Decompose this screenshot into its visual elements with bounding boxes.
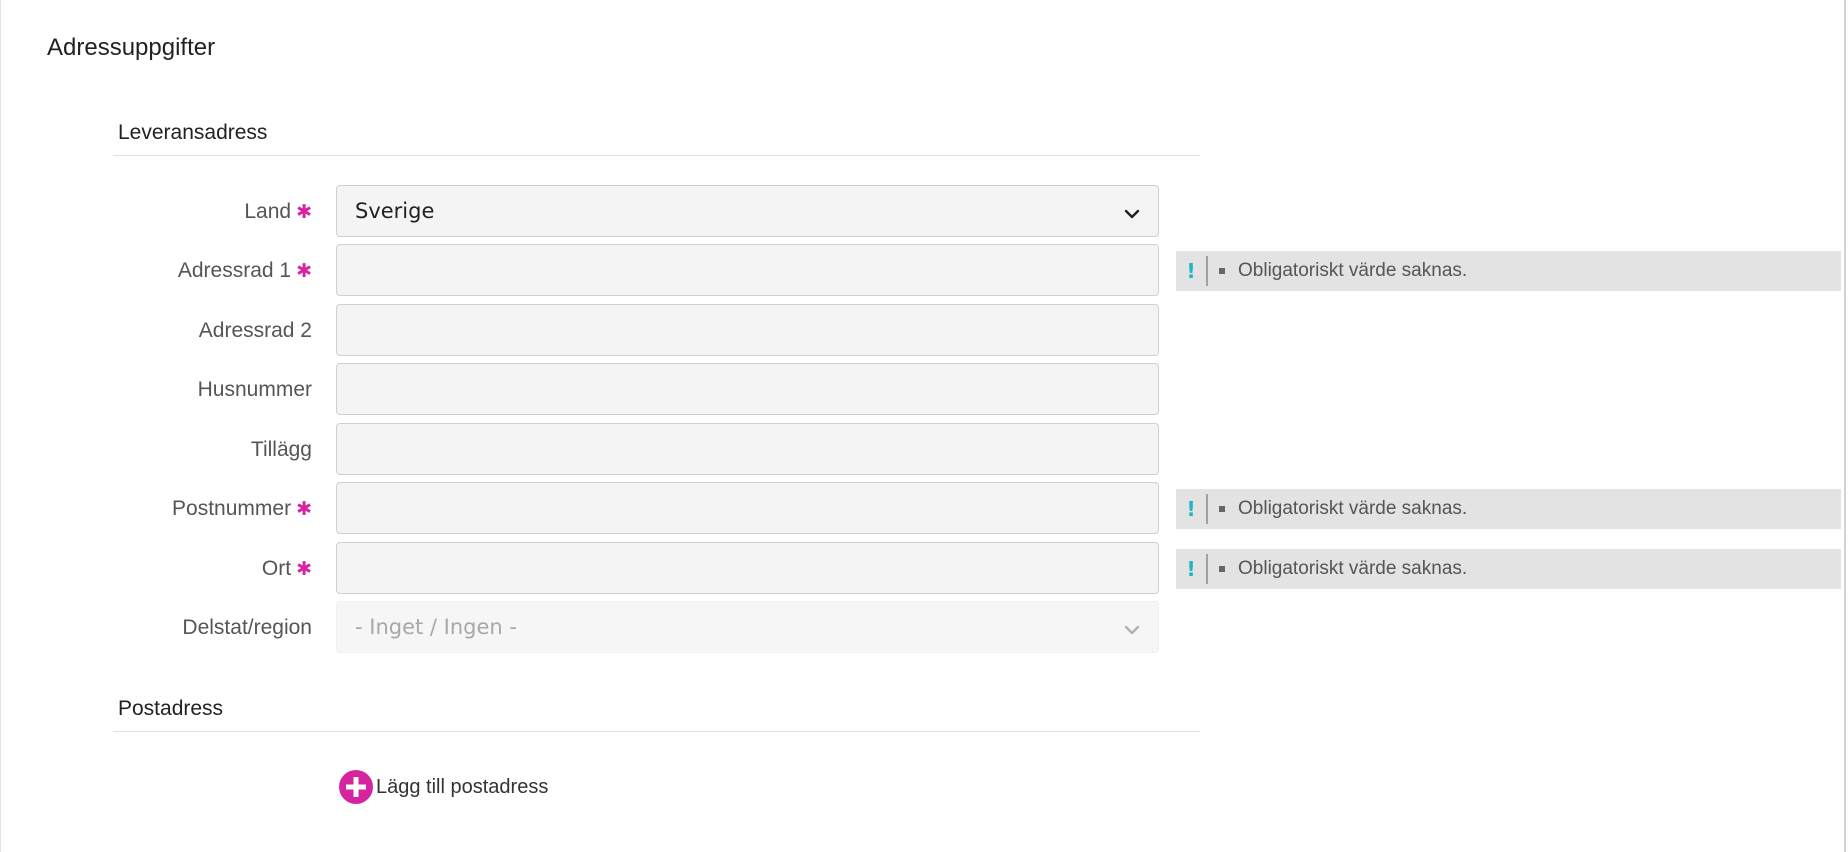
required-marker: ✱ bbox=[296, 202, 312, 223]
row-postal-code: Postnummer ✱ ! Obligatoriskt värde saknas… bbox=[0, 482, 1848, 536]
error-divider bbox=[1206, 256, 1208, 286]
label-house-number: Husnummer bbox=[197, 378, 312, 401]
row-address-line-1: Adressrad 1 ✱ ! Obligatoriskt värde sakna… bbox=[0, 244, 1848, 298]
error-message: ! Obligatoriskt värde saknas. bbox=[1176, 251, 1841, 291]
bullet-icon bbox=[1219, 506, 1225, 512]
row-land: Land ✱ Sverige bbox=[0, 185, 1848, 239]
postal-code-input[interactable] bbox=[336, 482, 1159, 534]
page-title: Adressuppgifter bbox=[47, 34, 216, 61]
chevron-down-icon bbox=[1124, 619, 1140, 635]
label-state-region: Delstat/region bbox=[182, 616, 312, 639]
addition-input[interactable] bbox=[336, 423, 1159, 475]
label-address-line-1: Adressrad 1 ✱ bbox=[177, 259, 312, 282]
city-input[interactable] bbox=[336, 542, 1159, 594]
country-select[interactable]: Sverige bbox=[336, 185, 1159, 237]
add-postal-address-button[interactable]: Lägg till postadress bbox=[339, 770, 548, 804]
required-marker: ✱ bbox=[296, 559, 312, 580]
house-number-input[interactable] bbox=[336, 363, 1159, 415]
plus-circle-icon bbox=[339, 770, 373, 804]
address-line-2-input[interactable] bbox=[336, 304, 1159, 356]
error-message: ! Obligatoriskt värde saknas. bbox=[1176, 549, 1841, 589]
label-land: Land ✱ bbox=[244, 200, 312, 223]
error-message: ! Obligatoriskt värde saknas. bbox=[1176, 489, 1841, 529]
exclamation-icon: ! bbox=[1186, 497, 1196, 521]
row-state-region: Delstat/region - Inget / Ingen - bbox=[0, 601, 1848, 655]
required-marker: ✱ bbox=[296, 261, 312, 282]
row-addition: Tillägg bbox=[0, 423, 1848, 477]
error-text: Obligatoriskt värde saknas. bbox=[1238, 498, 1468, 519]
chevron-down-icon bbox=[1124, 203, 1140, 219]
exclamation-icon: ! bbox=[1186, 259, 1196, 283]
delivery-section-title: Leveransadress bbox=[118, 121, 268, 144]
label-addition: Tillägg bbox=[250, 438, 312, 461]
label-city: Ort ✱ bbox=[261, 557, 312, 580]
row-city: Ort ✱ ! Obligatoriskt värde saknas. bbox=[0, 542, 1848, 596]
error-text: Obligatoriskt värde saknas. bbox=[1238, 558, 1468, 579]
country-select-value: Sverige bbox=[355, 199, 435, 223]
state-region-select: - Inget / Ingen - bbox=[336, 601, 1159, 653]
label-address-line-2: Adressrad 2 bbox=[198, 319, 312, 342]
error-divider bbox=[1206, 494, 1208, 524]
delivery-section-divider bbox=[113, 155, 1200, 156]
exclamation-icon: ! bbox=[1186, 557, 1196, 581]
label-postal-code: Postnummer ✱ bbox=[172, 497, 312, 520]
error-text: Obligatoriskt värde saknas. bbox=[1238, 260, 1468, 281]
bullet-icon bbox=[1219, 566, 1225, 572]
address-line-1-input[interactable] bbox=[336, 244, 1159, 296]
state-region-select-value: - Inget / Ingen - bbox=[355, 615, 517, 639]
required-marker: ✱ bbox=[296, 499, 312, 520]
postal-section-divider bbox=[113, 731, 1200, 732]
add-postal-address-label: Lägg till postadress bbox=[376, 775, 549, 798]
row-address-line-2: Adressrad 2 bbox=[0, 304, 1848, 358]
page: Adressuppgifter Leveransadress Land ✱ Sve… bbox=[0, 0, 1848, 852]
bullet-icon bbox=[1219, 268, 1225, 274]
row-house-number: Husnummer bbox=[0, 363, 1848, 417]
error-divider bbox=[1206, 554, 1208, 584]
postal-section-title: Postadress bbox=[118, 697, 224, 720]
